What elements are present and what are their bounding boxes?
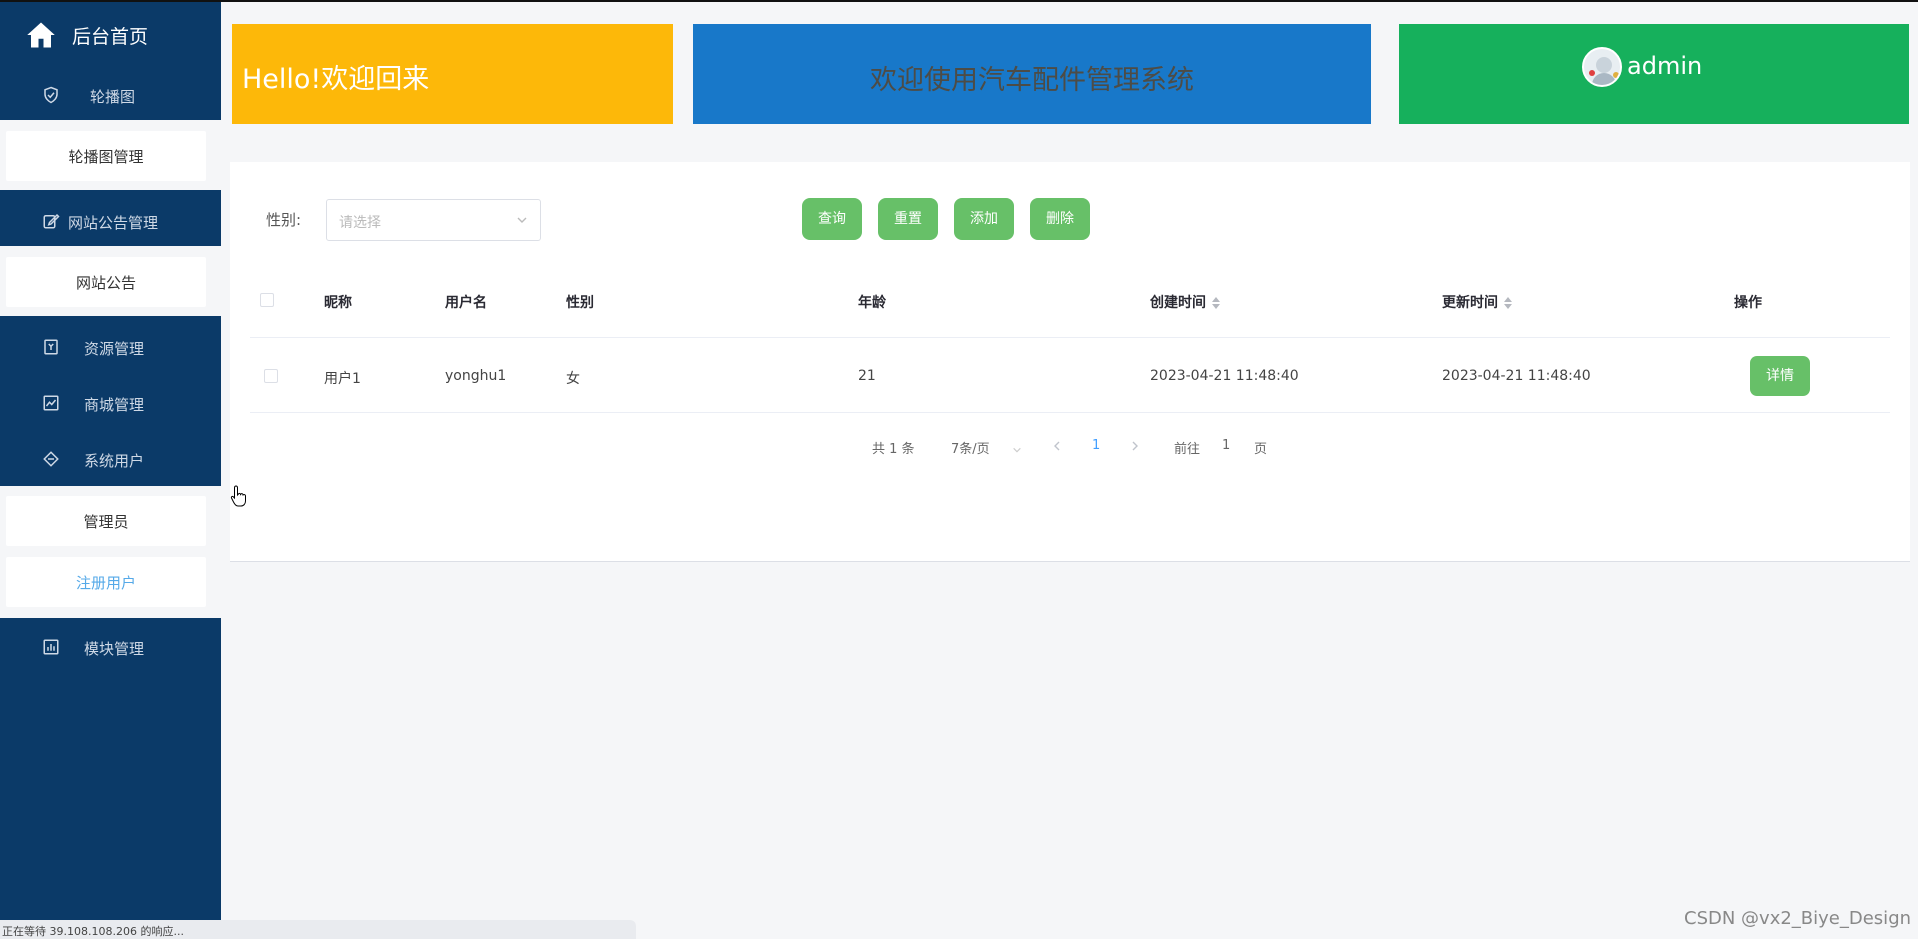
chart-line-icon [43,395,59,411]
submenu-label: 注册用户 [75,574,136,592]
sidebar-item-label: 系统用户 [84,452,145,470]
bar-chart-icon [43,639,59,655]
gender-filter-label: 性别: [266,211,302,229]
hand-cursor-icon [230,485,246,507]
user-list-panel: 性别: 请选择 查询 重置 添加 删除 昵称 用户名 性别 年龄 创建时间 更新… [230,162,1910,562]
page-size-value: 7条/页 [951,442,990,457]
detail-button[interactable]: 详情 [1750,356,1810,396]
shield-check-icon [44,86,58,104]
submenu-label: 网站公告 [75,274,136,292]
status-text: 正在等待 39.108.108.206 的响应... [2,925,184,938]
sidebar-item-label: 商城管理 [84,396,145,414]
submenu-registered-user[interactable]: 注册用户 [6,557,206,607]
submenu-label: 轮播图管理 [68,148,144,166]
chevron-down-icon [517,217,527,223]
cell-gender: 女 [566,371,580,387]
next-page-icon[interactable] [1130,440,1140,452]
bookmark-icon [44,339,58,355]
current-page[interactable]: 1 [1092,438,1100,453]
row-checkbox[interactable] [264,369,278,383]
home-icon [27,22,55,48]
browser-status-bar: 正在等待 39.108.108.206 的响应... [0,920,636,939]
cell-created: 2023-04-21 11:48:40 [1150,368,1299,384]
col-updated[interactable]: 更新时间 [1442,292,1512,312]
pagination: 共 1 条 7条/页 1 前往 1 页 [230,434,1910,458]
sidebar-home-title: 后台首页 [72,26,149,48]
system-title-banner: 欢迎使用汽车配件管理系统 [693,24,1371,124]
col-created[interactable]: 创建时间 [1150,292,1220,312]
sort-icon[interactable] [1504,296,1512,310]
sidebar-item-site-notice[interactable]: 网站公告管理 [0,192,221,248]
page-size-select[interactable]: 7条/页 [951,438,1022,457]
user-banner[interactable]: admin [1399,24,1909,124]
submenu-admin[interactable]: 管理员 [6,496,206,546]
col-created-label: 创建时间 [1150,295,1206,311]
avatar[interactable] [1582,47,1622,87]
sidebar-item-carousel[interactable]: 轮播图 [0,66,221,122]
sidebar-item-label: 资源管理 [84,340,145,358]
sidebar-item-resources[interactable]: 资源管理 [0,318,221,374]
cell-username: yonghu1 [445,368,507,384]
pagination-total: 共 1 条 [872,442,915,457]
sidebar-item-label: 轮播图 [90,88,136,106]
goto-page-input[interactable]: 1 [1222,438,1230,453]
chevron-down-icon [1013,447,1021,452]
gender-select[interactable]: 请选择 [326,199,541,241]
submenu-site-notice[interactable]: 网站公告 [6,257,206,307]
col-username: 用户名 [445,295,487,311]
col-updated-label: 更新时间 [1442,295,1498,311]
reset-button[interactable]: 重置 [878,198,938,240]
welcome-banner: Hello!欢迎回来 [232,24,673,124]
sidebar-item-modules[interactable]: 模块管理 [0,618,221,674]
username: admin [1627,52,1703,80]
col-nickname: 昵称 [324,295,352,311]
prev-page-icon[interactable] [1052,440,1062,452]
query-button[interactable]: 查询 [802,198,862,240]
cell-updated: 2023-04-21 11:48:40 [1442,368,1591,384]
gender-select-placeholder: 请选择 [339,215,381,231]
sidebar-item-system-users[interactable]: 系统用户 [0,430,221,486]
table-row: 用户1 yonghu1 女 21 2023-04-21 11:48:40 202… [250,338,1890,413]
add-button[interactable]: 添加 [954,198,1014,240]
sort-icon[interactable] [1212,296,1220,310]
submenu-carousel-manage[interactable]: 轮播图管理 [6,131,206,181]
col-age: 年龄 [858,295,886,311]
delete-button[interactable]: 删除 [1030,198,1090,240]
watermark: CSDN @vx2_Biye_Design [1684,908,1912,929]
goto-prefix: 前往 [1174,442,1201,457]
avatar-image [1589,57,1619,85]
sidebar-item-label: 模块管理 [84,640,145,658]
sidebar-item-mall[interactable]: 商城管理 [0,374,221,430]
sidebar-home[interactable]: 后台首页 [0,2,221,66]
diamond-icon [43,451,59,467]
select-all-checkbox[interactable] [260,293,274,307]
sidebar-item-label: 网站公告管理 [68,214,159,232]
col-gender: 性别 [566,295,594,311]
sidebar: 后台首页 轮播图 轮播图管理 网站公告管理 网站公告 资源管理 商城管理 系统用… [0,2,221,939]
submenu-label: 管理员 [83,513,129,531]
col-action: 操作 [1734,295,1762,311]
edit-icon [43,213,60,229]
goto-suffix: 页 [1254,442,1268,457]
cell-nickname: 用户1 [324,371,361,387]
window-top-border [0,0,1918,2]
welcome-text: Hello!欢迎回来 [242,64,430,95]
cell-age: 21 [858,368,876,384]
table-header-row: 昵称 用户名 性别 年龄 创建时间 更新时间 操作 [250,262,1890,338]
system-title: 欢迎使用汽车配件管理系统 [870,65,1194,96]
